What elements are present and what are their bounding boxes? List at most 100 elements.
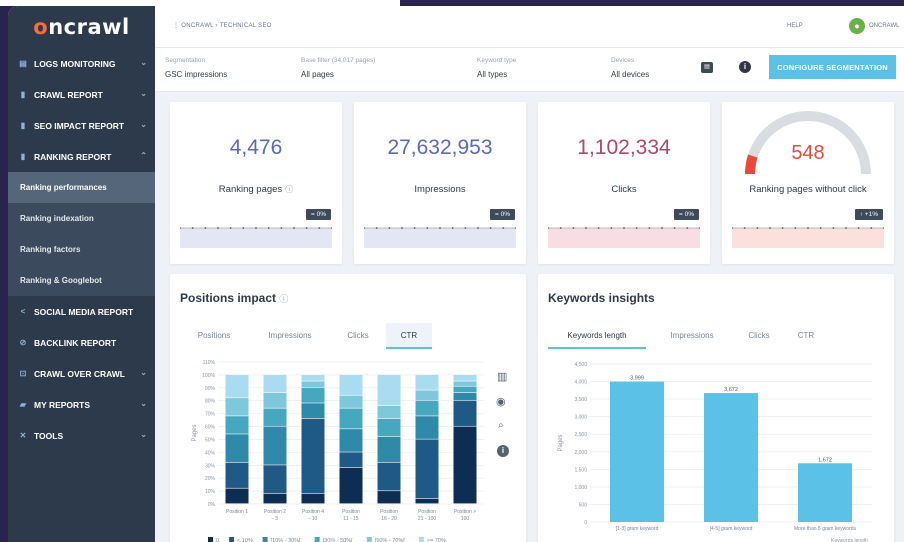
info-icon[interactable]: i (497, 445, 509, 457)
bar-segment[interactable] (453, 392, 477, 401)
bar-segment[interactable] (301, 403, 325, 419)
bar-segment[interactable] (377, 436, 401, 463)
bar-segment[interactable] (415, 498, 439, 504)
bar-segment[interactable] (263, 465, 287, 494)
bar[interactable] (704, 393, 758, 522)
sidebar-item-backlink-report[interactable]: ⊘ BACKLINK REPORT (8, 327, 155, 358)
bar-segment[interactable] (453, 400, 477, 426)
sidebar-subitem-ranking-factors[interactable]: Ranking factors (8, 234, 155, 265)
bar-segment[interactable] (225, 434, 249, 463)
bar-segment[interactable] (225, 462, 249, 488)
bar-segment[interactable] (377, 418, 401, 437)
oncrawl-logo[interactable]: o ncrawl (8, 6, 155, 48)
bar-segment[interactable] (263, 392, 287, 408)
bar-segment[interactable] (301, 374, 325, 381)
bar-segment[interactable] (225, 488, 249, 504)
legend-label[interactable]: >= 70% (427, 538, 446, 542)
bar-segment[interactable] (339, 467, 363, 504)
bar-segment[interactable] (377, 405, 401, 419)
bar-segment[interactable] (263, 493, 287, 504)
sidebar-item-tools[interactable]: ✕ TOOLS ⌄ (8, 420, 155, 451)
bar-segment[interactable] (225, 398, 249, 416)
bar-segment[interactable] (301, 493, 325, 504)
bar-segment[interactable] (263, 408, 287, 426)
user-menu[interactable]: ONCRAWL (869, 23, 899, 29)
chevron-down-icon[interactable]: ⌄ (140, 89, 147, 98)
chevron-down-icon[interactable]: ⌄ (140, 430, 147, 439)
legend-label[interactable]: [50% - 70%[ (375, 538, 405, 542)
base-filter[interactable]: Base filter (34,017 pages) All pages (301, 57, 375, 79)
bar-segment[interactable] (453, 381, 477, 386)
chevron-down-icon[interactable]: ⌄ (140, 58, 147, 67)
bar-segment[interactable] (339, 408, 363, 429)
bar-segment[interactable] (377, 374, 401, 406)
sidebar-subitem-ranking-googlebot[interactable]: Ranking & Googlebot (8, 265, 155, 296)
chevron-down-icon[interactable]: ⌄ (140, 368, 147, 377)
bar-segment[interactable] (263, 374, 287, 393)
sidebar-item-social-media-report[interactable]: < SOCIAL MEDIA REPORT (8, 296, 155, 327)
configure-segmentation-button[interactable]: CONFIGURE SEGMENTATION (769, 55, 896, 79)
bar-segment[interactable] (377, 491, 401, 504)
bar-segment[interactable] (225, 374, 249, 398)
bar-segment[interactable] (453, 386, 477, 393)
sidebar-item-ranking-report[interactable]: ▮ RANKING REPORT ⌃ (8, 141, 155, 172)
bar-segment[interactable] (339, 429, 363, 452)
legend-label[interactable]: [10% - 30%[ (271, 538, 301, 542)
export-icon[interactable]: ▤ (701, 62, 713, 73)
bar-segment[interactable] (263, 426, 287, 465)
legend-label[interactable]: 0 (216, 538, 219, 542)
breadcrumb[interactable]: ⋮ ONCRAWL › TECHNICAL SEO (173, 22, 272, 29)
bar[interactable] (798, 463, 852, 522)
bar-segment[interactable] (415, 390, 439, 401)
tab-clicks[interactable]: Clicks (734, 323, 784, 349)
info-icon[interactable]: i (739, 61, 751, 73)
bar[interactable] (610, 381, 664, 522)
bar-segment[interactable] (415, 400, 439, 416)
bar-segment[interactable] (339, 452, 363, 468)
bar-segment[interactable] (453, 374, 477, 381)
bar-segment[interactable] (301, 387, 325, 403)
sparkline-point (217, 227, 219, 229)
user-avatar-icon[interactable]: ● (849, 18, 865, 34)
legend-label[interactable]: < 10% (237, 538, 253, 542)
tab-impressions[interactable]: Impressions (652, 323, 732, 349)
chevron-up-icon[interactable]: ⌃ (140, 151, 147, 160)
sidebar-item-seo-impact-report[interactable]: ▮ SEO IMPACT REPORT ⌄ (8, 110, 155, 141)
sidebar-subitem-ranking-performances[interactable]: Ranking performances (8, 172, 155, 203)
eye-icon[interactable]: ◉ (496, 395, 506, 408)
chevron-down-icon[interactable]: ⌄ (140, 120, 147, 129)
tab-positions[interactable]: Positions (184, 323, 244, 349)
devices-filter[interactable]: Devices All devices (611, 57, 649, 79)
bar-segment[interactable] (415, 439, 439, 499)
help-icon[interactable]: ⓘ (285, 185, 293, 194)
tab-ctr[interactable]: CTR (386, 323, 432, 349)
bar-segment[interactable] (225, 416, 249, 434)
sidebar-item-logs-monitoring[interactable]: ▤ LOGS MONITORING ⌄ (8, 48, 155, 79)
help-icon[interactable]: ⓘ (279, 294, 288, 304)
help-link[interactable]: HELP (787, 23, 803, 29)
chevron-down-icon[interactable]: ⌄ (140, 399, 147, 408)
tab-impressions[interactable]: Impressions (250, 323, 330, 349)
bar-segment[interactable] (453, 426, 477, 504)
tab-ctr[interactable]: CTR (786, 323, 826, 349)
keyword-type-filter[interactable]: Keyword type All types (477, 57, 516, 79)
zoom-icon[interactable]: ⌕ (498, 420, 504, 431)
bar-segment[interactable] (339, 395, 363, 408)
bar-segment[interactable] (415, 416, 439, 439)
sidebar-item-my-reports[interactable]: ▰ MY REPORTS ⌄ (8, 389, 155, 420)
bar-segment[interactable] (415, 374, 439, 390)
bar-chart-icon[interactable]: ▥ (497, 370, 507, 383)
tab-keywords-length[interactable]: Keywords length (548, 323, 646, 349)
segmentation-filter[interactable]: Segmentation GSC impressions (165, 57, 227, 79)
sidebar-item-crawl-report[interactable]: ▮ CRAWL REPORT ⌄ (8, 79, 155, 110)
bar-segment[interactable] (339, 374, 363, 395)
y-tick-label: 3,500 (574, 397, 587, 403)
bar-segment[interactable] (377, 462, 401, 491)
bar-segment[interactable] (301, 381, 325, 388)
tab-clicks[interactable]: Clicks (330, 323, 386, 349)
sidebar-item-label: RANKING REPORT (34, 151, 112, 162)
sidebar-subitem-ranking-indexation[interactable]: Ranking indexation (8, 203, 155, 234)
sidebar-item-crawl-over-crawl[interactable]: ⊡ CRAWL OVER CRAWL ⌄ (8, 358, 155, 389)
bar-segment[interactable] (301, 418, 325, 494)
legend-label[interactable]: [30% - 50%[ (323, 538, 353, 542)
